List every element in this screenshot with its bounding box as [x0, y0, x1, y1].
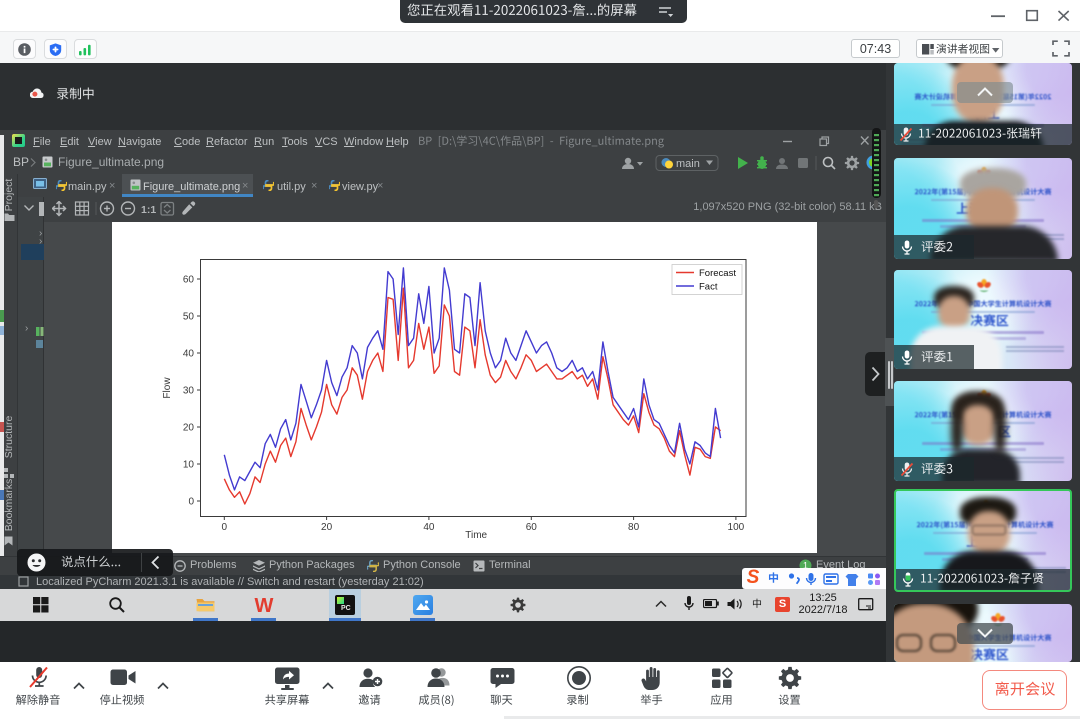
- svg-text:Fact: Fact: [699, 282, 718, 293]
- svg-text:10: 10: [183, 460, 195, 471]
- svg-text:30: 30: [183, 386, 195, 397]
- svg-text:50: 50: [183, 312, 195, 323]
- svg-text:100: 100: [728, 522, 745, 533]
- svg-text:60: 60: [526, 522, 538, 533]
- svg-text:20: 20: [183, 423, 195, 434]
- svg-text:40: 40: [423, 522, 435, 533]
- svg-text:20: 20: [321, 522, 333, 533]
- svg-text:Forecast: Forecast: [699, 268, 736, 279]
- svg-text:1:1: 1:1: [141, 204, 156, 216]
- svg-text:Flow: Flow: [162, 377, 173, 399]
- svg-text:0: 0: [222, 522, 228, 533]
- svg-text:60: 60: [183, 275, 195, 286]
- svg-text:40: 40: [183, 349, 195, 360]
- svg-text:Time: Time: [465, 530, 487, 541]
- svg-text:0: 0: [188, 497, 194, 508]
- svg-text:80: 80: [628, 522, 640, 533]
- svg-text:main: main: [676, 158, 700, 170]
